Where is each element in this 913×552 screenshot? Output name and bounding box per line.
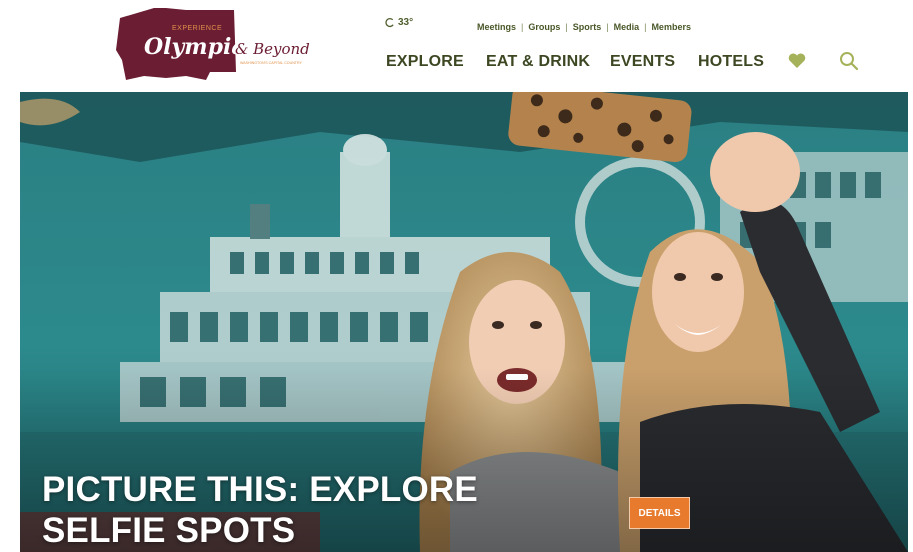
utility-link-meetings[interactable]: Meetings xyxy=(477,22,516,32)
utility-separator: | xyxy=(521,22,524,32)
search-icon xyxy=(840,52,859,71)
nav-explore[interactable]: EXPLORE xyxy=(386,53,464,71)
utility-link-sports[interactable]: Sports xyxy=(573,22,602,32)
favorites-button[interactable] xyxy=(786,50,808,72)
nav-events[interactable]: EVENTS xyxy=(610,53,675,71)
hero-title-line-1: PICTURE THIS: EXPLORE xyxy=(42,470,478,509)
hero-title-line-2: SELFIE SPOTS xyxy=(42,511,296,550)
utility-link-groups[interactable]: Groups xyxy=(528,22,560,32)
weather-widget: 33° xyxy=(384,17,413,28)
utility-separator: | xyxy=(606,22,609,32)
logo-experience-text: EXPERIENCE xyxy=(172,25,222,32)
search-button[interactable] xyxy=(838,50,860,72)
utility-link-media[interactable]: Media xyxy=(614,22,640,32)
nav-eat-and-drink[interactable]: EAT & DRINK xyxy=(486,53,590,71)
hero-title: PICTURE THIS: EXPLORE SELFIE SPOTS xyxy=(42,469,562,551)
details-button[interactable]: DETAILS xyxy=(629,497,690,529)
utility-nav: Meetings | Groups | Sports | Media | Members xyxy=(477,22,691,32)
logo-tagline-text: WASHINGTON'S CAPITAL COUNTRY xyxy=(240,61,303,65)
heart-icon xyxy=(788,53,806,68)
utility-link-members[interactable]: Members xyxy=(651,22,691,32)
site-logo[interactable]: EXPERIENCE Olympia & Beyond WASHINGTON'S… xyxy=(114,4,324,84)
weather-temp: 33° xyxy=(398,17,414,28)
logo-olympia-text: Olympia xyxy=(144,34,246,60)
washington-state-logo: EXPERIENCE Olympia & Beyond WASHINGTON'S… xyxy=(116,8,310,80)
utility-separator: | xyxy=(644,22,647,32)
site-header: EXPERIENCE Olympia & Beyond WASHINGTON'S… xyxy=(0,0,913,92)
utility-separator: | xyxy=(565,22,568,32)
weather-icon xyxy=(385,17,394,28)
logo-beyond-text: & Beyond xyxy=(235,40,310,58)
hero-banner: PICTURE THIS: EXPLORE SELFIE SPOTS DETAI… xyxy=(20,92,908,552)
nav-hotels[interactable]: HOTELS xyxy=(698,53,764,71)
